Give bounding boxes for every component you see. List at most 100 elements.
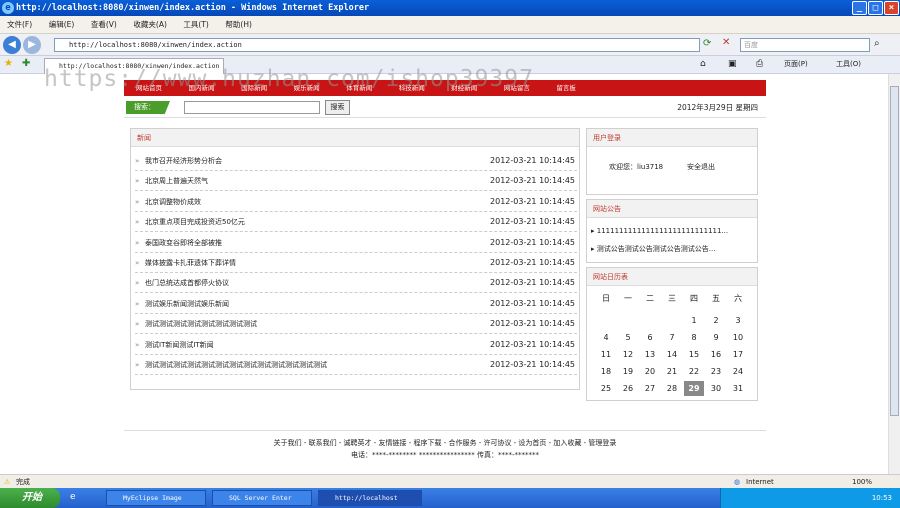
calendar-day[interactable]: 31 bbox=[728, 381, 748, 396]
calendar-day[interactable]: 29 bbox=[684, 381, 704, 396]
calendar-day[interactable]: 3 bbox=[728, 313, 748, 328]
news-item-title[interactable]: 测试测试测试测试测试测试测试测试测试测试测试测试测试 bbox=[145, 355, 327, 375]
calendar-day[interactable]: 13 bbox=[640, 347, 660, 362]
news-item-title[interactable]: 测试IT新闻测试IT新闻 bbox=[145, 335, 214, 355]
notice-item[interactable]: ▸ 1111111111111111111111111111... bbox=[591, 227, 751, 235]
search-button[interactable]: 搜索 bbox=[325, 100, 350, 115]
welcome-text: 欢迎您：liu3718 bbox=[609, 163, 664, 171]
calendar-day[interactable]: 18 bbox=[596, 364, 616, 379]
search-icon[interactable]: ⌕ bbox=[874, 38, 880, 49]
calendar-day[interactable]: 27 bbox=[640, 381, 660, 396]
calendar-day[interactable]: 1 bbox=[684, 313, 704, 328]
task-ie[interactable]: http://localhost bbox=[318, 490, 422, 506]
news-item-title[interactable]: 测试测试测试测试测试测试测试测试 bbox=[145, 314, 257, 334]
calendar-day[interactable]: 15 bbox=[684, 347, 704, 362]
vertical-scrollbar[interactable] bbox=[888, 74, 900, 474]
calendar-day[interactable]: 30 bbox=[706, 381, 726, 396]
news-item[interactable]: » 也门总统达成首都停火协议 2012-03-21 10:14:45 bbox=[135, 273, 577, 294]
maximize-button[interactable]: □ bbox=[868, 1, 883, 15]
zoom-level[interactable]: 100% bbox=[852, 475, 872, 489]
calendar-day[interactable]: 11 bbox=[596, 347, 616, 362]
calendar-day[interactable]: 7 bbox=[662, 330, 682, 345]
address-input[interactable]: http://localhost:8080/xinwen/index.actio… bbox=[54, 38, 700, 52]
minimize-button[interactable]: _ bbox=[852, 1, 867, 15]
add-favorites-icon[interactable]: ✚ bbox=[22, 58, 30, 69]
back-icon[interactable]: ◀ bbox=[3, 36, 21, 54]
nav-board[interactable]: 留言板 bbox=[544, 80, 588, 96]
news-item[interactable]: » 测试测试测试测试测试测试测试测试测试测试测试测试测试 2012-03-21 10… bbox=[135, 355, 577, 375]
notice-panel: 网站公告 ▸ 1111111111111111111111111111... ▸… bbox=[586, 199, 758, 263]
start-button[interactable]: 开始 bbox=[0, 488, 60, 508]
footer-links[interactable]: 关于我们 - 联系我们 - 诚聘英才 - 友情链接 - 程序下载 - 合作服务 … bbox=[124, 437, 766, 449]
news-item[interactable]: » 北京调整物价成效 2012-03-21 10:14:45 bbox=[135, 192, 577, 212]
print-icon[interactable]: ⎙ bbox=[756, 59, 763, 69]
page-menu[interactable]: 页面(P) bbox=[784, 59, 808, 69]
task-myeclipse[interactable]: MyEclipse Image bbox=[106, 490, 206, 506]
news-item-title[interactable]: 北京重点项目完成投资近50亿元 bbox=[145, 212, 245, 232]
calendar-day[interactable]: 6 bbox=[640, 330, 660, 345]
calendar-day[interactable]: 5 bbox=[618, 330, 638, 345]
calendar-day[interactable]: 22 bbox=[684, 364, 704, 379]
menu-tools[interactable]: 工具(T) bbox=[176, 16, 215, 34]
status-bar: ⚠ 完成 ◍ Internet 100% bbox=[0, 474, 900, 488]
calendar-day[interactable]: 4 bbox=[596, 330, 616, 345]
calendar-day[interactable]: 9 bbox=[706, 330, 726, 345]
search-input[interactable]: 百度 bbox=[740, 38, 870, 52]
news-item[interactable]: » 泰国政变谷即将全部被推 2012-03-21 10:14:45 bbox=[135, 233, 577, 253]
refresh-icon[interactable]: ⟳ bbox=[703, 38, 711, 49]
news-item-date: 2012-03-21 10:14:45 bbox=[490, 237, 575, 247]
calendar-day[interactable]: 8 bbox=[684, 330, 704, 345]
menu-view[interactable]: 查看(V) bbox=[84, 16, 124, 34]
calendar-week: 18 19 20 21 22 23 24 bbox=[595, 363, 753, 380]
calendar-day[interactable]: 25 bbox=[596, 381, 616, 396]
favorites-star-icon[interactable]: ★ bbox=[4, 58, 13, 69]
news-item-title[interactable]: 我市召开经济形势分析会 bbox=[145, 151, 222, 171]
calendar-day[interactable]: 28 bbox=[662, 381, 682, 396]
news-item[interactable]: » 我市召开经济形势分析会 2012-03-21 10:14:45 bbox=[135, 151, 577, 171]
news-item[interactable]: » 测试IT新闻测试IT新闻 2012-03-21 10:14:45 bbox=[135, 335, 577, 355]
calendar-day[interactable]: 14 bbox=[662, 347, 682, 362]
feeds-icon[interactable]: ▣ bbox=[728, 59, 737, 69]
news-item-title[interactable]: 媒体披露卡扎菲遗体下葬详情 bbox=[145, 253, 236, 273]
calendar-day[interactable]: 23 bbox=[706, 364, 726, 379]
news-item-title[interactable]: 泰国政变谷即将全部被推 bbox=[145, 233, 222, 253]
calendar-day[interactable]: 10 bbox=[728, 330, 748, 345]
news-item-date: 2012-03-21 10:14:45 bbox=[490, 196, 575, 206]
forward-icon[interactable]: ▶ bbox=[23, 36, 41, 54]
calendar-day[interactable]: 16 bbox=[706, 347, 726, 362]
news-item[interactable]: » 测试娱乐新闻测试娱乐新闻 2012-03-21 10:14:45 bbox=[135, 294, 577, 314]
news-item[interactable]: » 测试测试测试测试测试测试测试测试 2012-03-21 10:14:45 bbox=[135, 314, 577, 335]
news-item-title[interactable]: 北京调整物价成效 bbox=[145, 192, 201, 212]
quicklaunch-ie-icon[interactable]: e bbox=[70, 492, 76, 502]
news-item-title[interactable]: 也门总统达成首都停火协议 bbox=[145, 273, 229, 293]
news-item[interactable]: » 北京周上普遍天然气 2012-03-21 10:14:45 bbox=[135, 171, 577, 192]
tools-menu[interactable]: 工具(O) bbox=[836, 59, 861, 69]
calendar-day[interactable]: 21 bbox=[662, 364, 682, 379]
logout-link[interactable]: 安全退出 bbox=[687, 162, 715, 172]
news-item[interactable]: » 北京重点项目完成投资近50亿元 2012-03-21 10:14:45 bbox=[135, 212, 577, 233]
menu-edit[interactable]: 编辑(E) bbox=[42, 16, 82, 34]
bullet-icon: » bbox=[135, 361, 140, 369]
calendar-day[interactable]: 2 bbox=[706, 313, 726, 328]
calendar-weekday: 六 bbox=[734, 294, 742, 303]
scrollbar-thumb[interactable] bbox=[890, 86, 899, 416]
stop-icon[interactable]: ✕ bbox=[722, 37, 730, 48]
news-item-title[interactable]: 测试娱乐新闻测试娱乐新闻 bbox=[145, 294, 229, 314]
menu-file[interactable]: 文件(F) bbox=[0, 16, 39, 34]
calendar-day[interactable]: 20 bbox=[640, 364, 660, 379]
home-icon[interactable]: ⌂ bbox=[700, 59, 706, 69]
close-button[interactable]: × bbox=[884, 1, 899, 15]
calendar-day[interactable]: 19 bbox=[618, 364, 638, 379]
calendar-day[interactable]: 26 bbox=[618, 381, 638, 396]
keyword-input[interactable] bbox=[184, 101, 320, 114]
calendar-day[interactable]: 12 bbox=[618, 347, 638, 362]
calendar-day[interactable]: 17 bbox=[728, 347, 748, 362]
task-sqlserver[interactable]: SQL Server Enter bbox=[212, 490, 312, 506]
news-item[interactable]: » 媒体披露卡扎菲遗体下葬详情 2012-03-21 10:14:45 bbox=[135, 253, 577, 273]
calendar-day[interactable]: 24 bbox=[728, 364, 748, 379]
menu-help[interactable]: 帮助(H) bbox=[218, 16, 259, 34]
news-item-title[interactable]: 北京周上普遍天然气 bbox=[145, 171, 208, 191]
notice-item[interactable]: ▸ 测试公告测试公告测试公告测试公告... bbox=[591, 244, 751, 254]
menu-favorites[interactable]: 收藏夹(A) bbox=[126, 16, 173, 34]
watermark-text: https://www.huzhan.com/ishop39397 bbox=[44, 66, 534, 92]
